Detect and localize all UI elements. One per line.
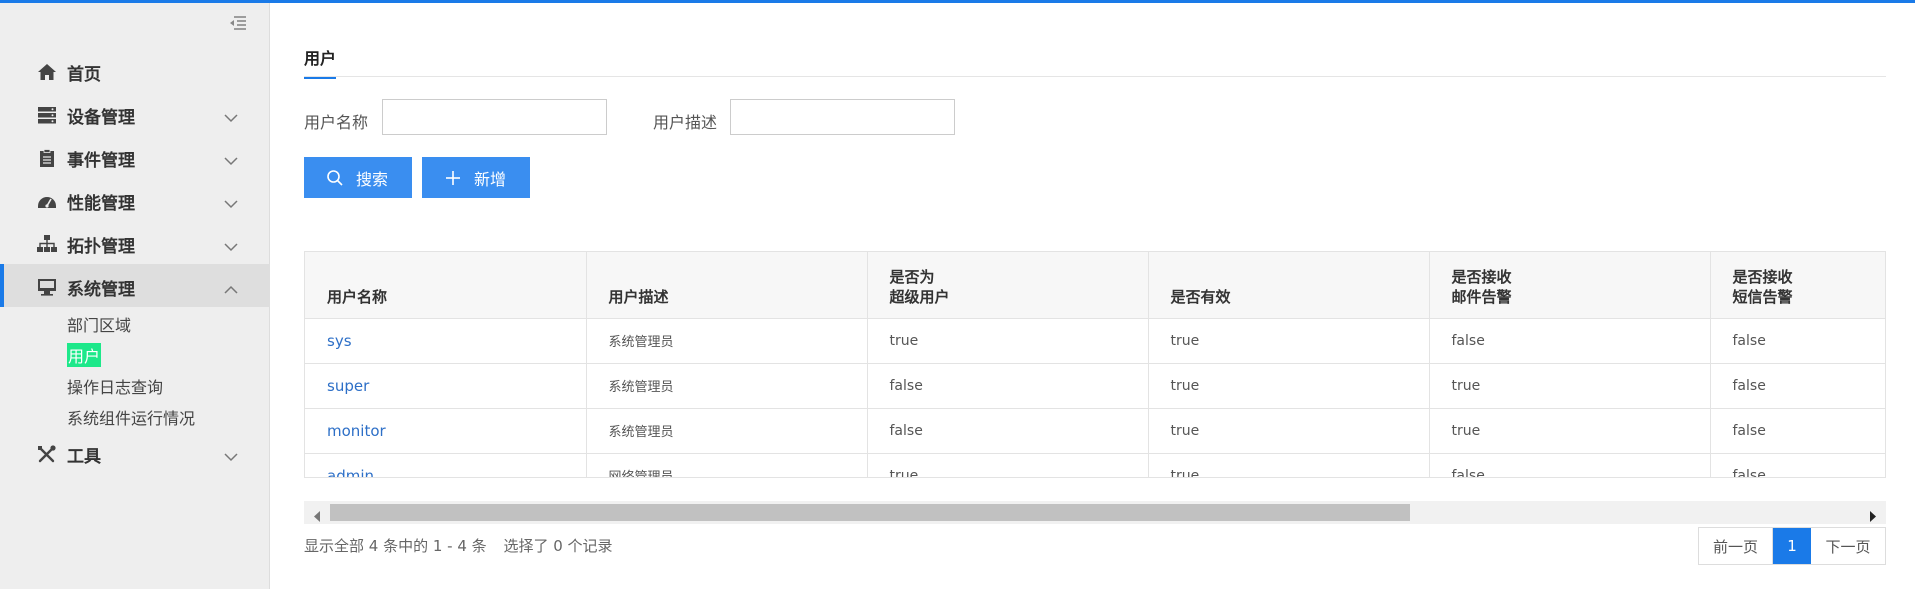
submenu-item-users[interactable]: 用户 [0, 338, 270, 369]
table-cell: true [1148, 363, 1430, 409]
menu-item-home[interactable]: 首页 [0, 49, 270, 92]
search-button-label: 搜索 [356, 169, 389, 189]
table-row[interactable]: monitor 系统管理员 false true true false [305, 408, 1885, 454]
table-cell: 系统管理员 [586, 408, 868, 454]
column-header[interactable]: 是否有效 [1148, 252, 1430, 319]
top-accent-bar [0, 0, 1915, 3]
record-summary: 显示全部 4 条中的 1 - 4 条 [304, 537, 487, 555]
pagination: 前一页 1 下一页 [1698, 527, 1886, 565]
submenu-item-operation-log[interactable]: 操作日志查询 [0, 369, 270, 400]
menu-label: 性能管理 [67, 194, 135, 214]
submenu-label: 操作日志查询 [67, 378, 164, 397]
dashboard-icon [37, 192, 57, 210]
search-button[interactable]: 搜索 [304, 157, 412, 198]
table-cell: false [1710, 363, 1885, 409]
username-filter-input[interactable] [382, 99, 607, 135]
menu-item-performance-management[interactable]: 性能管理 [0, 178, 270, 221]
table-cell: true [1148, 318, 1430, 364]
table-cell: true [1148, 408, 1430, 454]
table-cell: true [867, 453, 1149, 477]
chevron-down-icon [224, 108, 238, 123]
menu-label: 系统管理 [67, 280, 135, 300]
search-icon [326, 169, 344, 187]
column-header[interactable]: 是否接收 邮件告警 [1429, 252, 1711, 319]
table-cell: false [867, 363, 1149, 409]
column-header[interactable]: 是否接收 短信告警 [1710, 252, 1885, 319]
chevron-down-icon [224, 237, 238, 252]
record-status: 显示全部 4 条中的 1 - 4 条 选择了 0 个记录 [304, 535, 613, 556]
prev-page-button[interactable]: 前一页 [1699, 528, 1773, 564]
description-filter-label: 用户描述 [653, 113, 718, 132]
menu-item-event-management[interactable]: 事件管理 [0, 135, 270, 178]
table-cell: true [1429, 363, 1711, 409]
column-header[interactable]: 用户描述 [586, 252, 868, 319]
table-cell: 系统管理员 [586, 363, 868, 409]
menu-item-system-management[interactable]: 系统管理 [0, 264, 270, 307]
horizontal-scrollbar[interactable] [304, 501, 1886, 524]
menu-item-tools[interactable]: 工具 [0, 431, 270, 474]
menu-label: 工具 [67, 447, 101, 467]
username-link[interactable]: sys [305, 318, 587, 364]
selection-summary: 选择了 0 个记录 [503, 537, 613, 555]
chevron-up-icon [224, 280, 238, 294]
table-cell: false [1429, 318, 1711, 364]
scrollbar-thumb[interactable] [330, 504, 1410, 521]
add-button-label: 新增 [474, 169, 507, 189]
menu-label: 设备管理 [67, 108, 135, 128]
submenu-label: 用户 [67, 343, 102, 367]
menu-label: 拓扑管理 [67, 237, 135, 257]
table-cell: true [1148, 453, 1430, 477]
table-row[interactable]: admin 网络管理员 true true false false [305, 453, 1885, 477]
column-header[interactable]: 是否为 超级用户 [867, 252, 1149, 319]
table-row[interactable]: super 系统管理员 false true true false [305, 363, 1885, 409]
description-filter-input[interactable] [730, 99, 955, 135]
username-link[interactable]: monitor [305, 408, 587, 454]
desktop-icon [37, 278, 57, 296]
current-page-button[interactable]: 1 [1773, 528, 1811, 564]
tab-bar: 用户 [304, 43, 1886, 79]
submenu-item-department-region[interactable]: 部门区域 [0, 307, 270, 338]
clipboard-icon [37, 149, 57, 167]
username-filter-label: 用户名称 [304, 113, 369, 132]
table-cell: false [1710, 318, 1885, 364]
tab-users[interactable]: 用户 [304, 45, 337, 79]
username-link[interactable]: super [305, 363, 587, 409]
menu-label: 事件管理 [67, 151, 135, 171]
collapse-menu-icon[interactable] [228, 15, 248, 31]
scroll-right-icon[interactable] [1868, 507, 1878, 522]
submenu-label: 系统组件运行情况 [67, 409, 196, 428]
username-link[interactable]: admin [305, 453, 587, 477]
scroll-left-icon[interactable] [312, 507, 322, 522]
menu-item-topology-management[interactable]: 拓扑管理 [0, 221, 270, 264]
tools-icon [37, 445, 57, 463]
sidebar: 首页 设备管理 事件管理 性能管理 拓扑管理 系统管理 部门区域 用户 操作日志… [0, 3, 270, 589]
plus-icon [444, 169, 462, 187]
chevron-down-icon [224, 194, 238, 209]
submenu-label: 部门区域 [67, 316, 132, 335]
next-page-button[interactable]: 下一页 [1811, 528, 1885, 564]
table-cell: false [1710, 453, 1885, 477]
table-cell: false [1710, 408, 1885, 454]
column-header[interactable]: 用户名称 [305, 252, 587, 319]
table-row[interactable]: sys 系统管理员 true true false false [305, 318, 1885, 364]
server-icon [37, 106, 57, 124]
menu-label: 首页 [67, 65, 101, 85]
sitemap-icon [37, 235, 57, 253]
table-cell: 网络管理员 [586, 453, 868, 477]
main-menu: 首页 设备管理 事件管理 性能管理 拓扑管理 系统管理 部门区域 用户 操作日志… [0, 49, 270, 474]
table-cell: true [1429, 408, 1711, 454]
table-cell: 系统管理员 [586, 318, 868, 364]
add-button[interactable]: 新增 [422, 157, 530, 198]
home-icon [37, 63, 57, 81]
table-header-row: 用户名称 用户描述 是否为 超级用户 是否有效 是否接收 邮件告警 是否接收 短… [305, 252, 1885, 319]
users-table: 用户名称 用户描述 是否为 超级用户 是否有效 是否接收 邮件告警 是否接收 短… [304, 251, 1886, 478]
system-submenu: 部门区域 用户 操作日志查询 系统组件运行情况 [0, 307, 270, 431]
table-cell: false [1429, 453, 1711, 477]
chevron-down-icon [224, 447, 238, 462]
submenu-item-component-status[interactable]: 系统组件运行情况 [0, 400, 270, 431]
menu-item-device-management[interactable]: 设备管理 [0, 92, 270, 135]
table-cell: false [867, 408, 1149, 454]
chevron-down-icon [224, 151, 238, 166]
table-cell: true [867, 318, 1149, 364]
